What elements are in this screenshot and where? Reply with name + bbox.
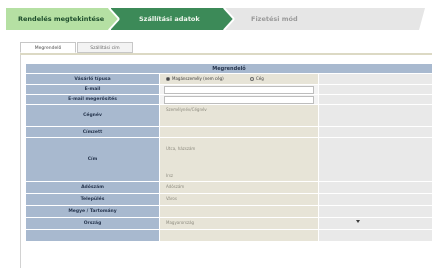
country-selected-value: Magyarország	[166, 220, 195, 225]
row-extra	[319, 127, 432, 137]
form-row-tax: Adószám Adószám	[26, 182, 432, 194]
customer-type-label: Vásárló típusa	[26, 74, 159, 84]
county-field[interactable]	[160, 206, 318, 217]
step-view-order[interactable]: Rendelés megtekintése	[18, 13, 104, 25]
form-row-city: Település Város	[26, 194, 432, 206]
radio-company-label: Cég	[256, 76, 264, 81]
form-row-country: Ország Magyarország	[26, 218, 432, 230]
city-field-placeholder: Város	[166, 196, 177, 201]
tab-shipping-address[interactable]: Szállítási cím	[77, 42, 133, 53]
more-label	[26, 230, 159, 241]
form-row-contact: Címzett	[26, 127, 432, 138]
row-extra	[319, 194, 432, 205]
step-payment[interactable]: Fizetési mód	[251, 13, 298, 25]
address-field[interactable]: Utca, házszám Irsz	[160, 138, 318, 181]
city-label: Település	[26, 194, 159, 205]
tax-field-placeholder: Adószám	[166, 184, 185, 189]
checkout-page: Rendelés megtekintése Szállítási adatok …	[0, 0, 432, 268]
radio-private-label: Magánszemély (nem cég)	[172, 76, 224, 81]
row-extra	[319, 74, 432, 84]
row-extra	[319, 182, 432, 193]
row-extra	[319, 230, 432, 241]
customer-form: Megrendelő Vásárló típusa Magánszemély (…	[26, 64, 432, 242]
checkout-steps: Rendelés megtekintése Szállítási adatok …	[6, 6, 427, 32]
email-label: E-mail	[26, 85, 159, 94]
county-label: Megye / Tartomány	[26, 206, 159, 217]
name-field[interactable]: Személynév/Cégnév	[160, 105, 318, 126]
form-row-more	[26, 230, 432, 242]
name-label: Cégnév	[26, 105, 159, 126]
city-field[interactable]: Város	[160, 194, 318, 205]
radio-company[interactable]: Cég	[250, 76, 264, 82]
more-field[interactable]	[160, 230, 318, 241]
address-label: Cím	[26, 138, 159, 181]
email-cell	[160, 85, 318, 94]
address-street-placeholder: Utca, házszám	[166, 146, 196, 151]
email-confirm-cell	[160, 95, 318, 104]
step-shipping-details[interactable]: Szállítási adatok	[139, 13, 200, 25]
form-row-county: Megye / Tartomány	[26, 206, 432, 218]
email-field[interactable]	[164, 86, 314, 94]
row-extra	[319, 85, 432, 94]
country-label: Ország	[26, 218, 159, 229]
tab-customer[interactable]: Megrendelő	[20, 42, 76, 53]
address-zip-placeholder: Irsz	[166, 173, 174, 178]
contact-field[interactable]	[160, 127, 318, 137]
form-row-email-confirm: E-mail megerősítés	[26, 95, 432, 105]
name-field-placeholder: Személynév/Cégnév	[166, 107, 207, 112]
row-extra	[319, 206, 432, 217]
row-extra	[319, 218, 432, 229]
row-extra	[319, 138, 432, 181]
email-confirm-label: E-mail megerősítés	[26, 95, 159, 104]
radio-private[interactable]: Magánszemély (nem cég)	[166, 76, 224, 82]
form-row-address: Cím Utca, házszám Irsz	[26, 138, 432, 182]
form-row-name: Cégnév Személynév/Cégnév	[26, 105, 432, 127]
form-title: Megrendelő	[26, 64, 432, 74]
tax-field[interactable]: Adószám	[160, 182, 318, 193]
tax-label: Adószám	[26, 182, 159, 193]
form-row-customer-type: Vásárló típusa Magánszemély (nem cég) Cé…	[26, 74, 432, 85]
row-extra	[319, 105, 432, 126]
email-confirm-field[interactable]	[164, 96, 314, 104]
chevron-down-icon[interactable]	[356, 220, 360, 223]
contact-label: Címzett	[26, 127, 159, 137]
country-select[interactable]: Magyarország	[160, 218, 318, 229]
frame-top-line	[20, 53, 432, 55]
row-extra	[319, 95, 432, 104]
radio-unchecked-icon	[250, 77, 254, 81]
customer-type-value: Magánszemély (nem cég) Cég	[160, 74, 318, 84]
form-row-email: E-mail	[26, 85, 432, 95]
radio-checked-icon	[166, 77, 170, 81]
